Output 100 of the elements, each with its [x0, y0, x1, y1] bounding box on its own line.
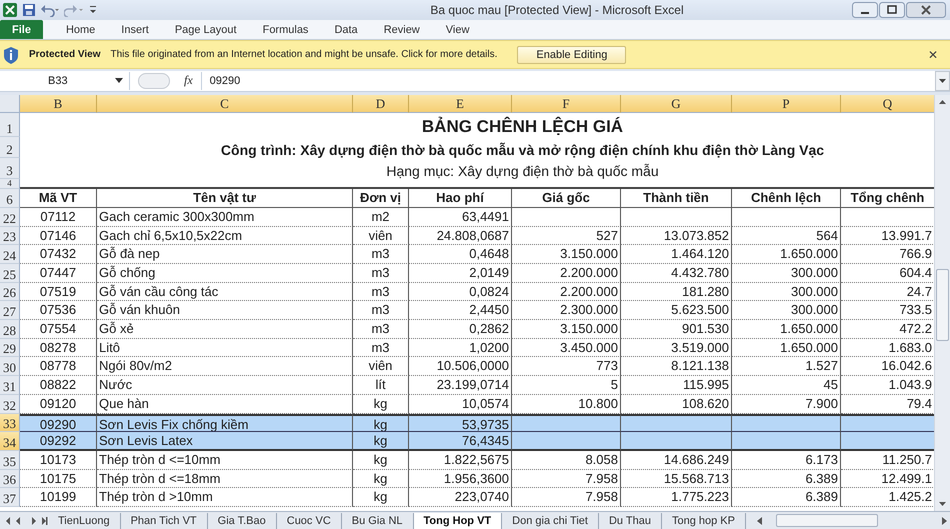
- table-cell[interactable]: Sơn Levis Latex: [97, 432, 353, 451]
- table-cell[interactable]: 10199: [20, 488, 97, 507]
- enable-editing-button[interactable]: Enable Editing: [517, 46, 626, 64]
- table-cell[interactable]: 2,4450: [409, 301, 512, 320]
- table-cell[interactable]: 08778: [20, 357, 97, 376]
- column-header[interactable]: C: [97, 94, 353, 113]
- table-cell[interactable]: 09290: [20, 414, 97, 432]
- row-header[interactable]: 36: [0, 470, 20, 488]
- ribbon-tab[interactable]: Data: [321, 20, 371, 40]
- column-header[interactable]: B: [20, 94, 97, 113]
- table-cell[interactable]: 07112: [20, 208, 97, 227]
- table-cell[interactable]: kg: [353, 488, 409, 507]
- table-cell[interactable]: 1.775.223: [621, 488, 732, 507]
- row-header[interactable]: 4: [0, 178, 20, 189]
- table-cell[interactable]: m3: [353, 338, 409, 358]
- table-cell[interactable]: kg: [353, 432, 409, 451]
- save-icon[interactable]: [22, 2, 36, 17]
- table-cell[interactable]: [732, 432, 841, 451]
- table-cell[interactable]: [841, 432, 934, 451]
- sheet-tab[interactable]: Don gia chi Tiet: [502, 512, 599, 529]
- table-cell[interactable]: Gach ceramic 300x300mm: [97, 208, 353, 227]
- row-header[interactable]: 23: [0, 226, 20, 246]
- ribbon-tab[interactable]: Review: [370, 20, 433, 40]
- table-cell[interactable]: 3.519.000: [621, 338, 732, 358]
- sheet-navigation-icon[interactable]: [4, 514, 48, 527]
- table-cell[interactable]: 4.432.780: [621, 264, 732, 283]
- table-cell[interactable]: 2.200.000: [512, 264, 621, 283]
- table-cell[interactable]: 53,9735: [409, 414, 512, 432]
- table-cell[interactable]: [732, 208, 841, 227]
- ribbon-tab[interactable]: Formulas: [250, 20, 322, 40]
- spreadsheet-app-icon[interactable]: [2, 2, 18, 18]
- table-cell[interactable]: 07519: [20, 282, 97, 302]
- table-cell[interactable]: 63,4491: [409, 208, 512, 227]
- table-cell[interactable]: 23.199,0714: [409, 376, 512, 395]
- table-cell[interactable]: 07447: [20, 264, 97, 283]
- table-cell[interactable]: 14.686.249: [621, 450, 732, 470]
- table-cell[interactable]: 773: [512, 357, 621, 376]
- table-cell[interactable]: 07536: [20, 301, 97, 320]
- sheet-tab[interactable]: TienLuong: [48, 512, 121, 529]
- table-cell[interactable]: 5.623.500: [621, 301, 732, 320]
- table-cell[interactable]: 3.150.000: [512, 245, 621, 264]
- row-header[interactable]: 28: [0, 320, 20, 339]
- table-cell[interactable]: 2,0149: [409, 264, 512, 283]
- row-header[interactable]: 1: [0, 112, 20, 137]
- table-cell[interactable]: Thép tròn d <=18mm: [97, 470, 353, 488]
- row-header[interactable]: 2: [0, 136, 20, 158]
- table-cell[interactable]: 3.150.000: [512, 320, 621, 339]
- ribbon-tab[interactable]: Home: [52, 20, 108, 40]
- column-header[interactable]: D: [353, 94, 409, 113]
- table-cell[interactable]: 1.650.000: [732, 338, 841, 358]
- column-header[interactable]: F: [512, 94, 621, 113]
- vertical-scrollbar[interactable]: [934, 94, 950, 512]
- table-cell[interactable]: Thép tròn d >10mm: [97, 488, 353, 507]
- close-icon[interactable]: [906, 2, 946, 18]
- row-header[interactable]: 37: [0, 488, 20, 507]
- table-cell[interactable]: 45: [732, 376, 841, 395]
- table-cell[interactable]: 115.995: [621, 376, 732, 395]
- row-header[interactable]: 27: [0, 301, 20, 320]
- row-header[interactable]: 33: [0, 414, 20, 432]
- sheet-tab[interactable]: Gia T.Bao: [208, 512, 277, 529]
- table-cell[interactable]: 1.650.000: [732, 245, 841, 264]
- table-cell[interactable]: 1.956,3600: [409, 470, 512, 488]
- row-header[interactable]: 29: [0, 338, 20, 358]
- table-cell[interactable]: [512, 432, 621, 451]
- table-cell[interactable]: Gỗ xẻ: [97, 320, 353, 339]
- table-cell[interactable]: viên: [353, 226, 409, 246]
- table-cell[interactable]: 0,2862: [409, 320, 512, 339]
- table-cell[interactable]: 5: [512, 376, 621, 395]
- table-cell[interactable]: [621, 208, 732, 227]
- table-cell[interactable]: [621, 432, 732, 451]
- table-cell[interactable]: Ngói 80v/m2: [97, 357, 353, 376]
- table-cell[interactable]: 7.958: [512, 470, 621, 488]
- table-cell[interactable]: kg: [353, 470, 409, 488]
- table-cell[interactable]: 07432: [20, 245, 97, 264]
- column-header[interactable]: P: [732, 94, 841, 113]
- table-cell[interactable]: m3: [353, 301, 409, 320]
- table-cell[interactable]: 300.000: [732, 301, 841, 320]
- name-box[interactable]: B33: [0, 72, 130, 90]
- insert-function-button[interactable]: fx: [176, 73, 201, 88]
- row-header[interactable]: 24: [0, 245, 20, 264]
- file-tab[interactable]: File: [0, 20, 43, 40]
- table-cell[interactable]: 09292: [20, 432, 97, 451]
- table-cell[interactable]: Nước: [97, 376, 353, 395]
- table-cell[interactable]: 08822: [20, 376, 97, 395]
- table-cell[interactable]: 13.073.852: [621, 226, 732, 246]
- table-cell[interactable]: 6.173: [732, 450, 841, 470]
- table-cell[interactable]: Thép tròn d <=10mm: [97, 450, 353, 470]
- sheet-tab[interactable]: Tong Hop VT: [414, 512, 502, 529]
- sheet-tab[interactable]: Phan Tich VT: [120, 512, 208, 529]
- table-cell[interactable]: 181.280: [621, 282, 732, 302]
- table-cell[interactable]: 564: [732, 226, 841, 246]
- close-button[interactable]: ✕: [924, 48, 942, 62]
- row-header[interactable]: 32: [0, 394, 20, 414]
- sheet-tab[interactable]: Tong hop KP: [662, 512, 746, 529]
- table-cell[interactable]: Litô: [97, 338, 353, 358]
- table-cell[interactable]: kg: [353, 414, 409, 432]
- table-cell[interactable]: 300.000: [732, 264, 841, 283]
- formula-bar-grip[interactable]: [138, 72, 170, 89]
- table-cell[interactable]: 10175: [20, 470, 97, 488]
- table-cell[interactable]: [512, 208, 621, 227]
